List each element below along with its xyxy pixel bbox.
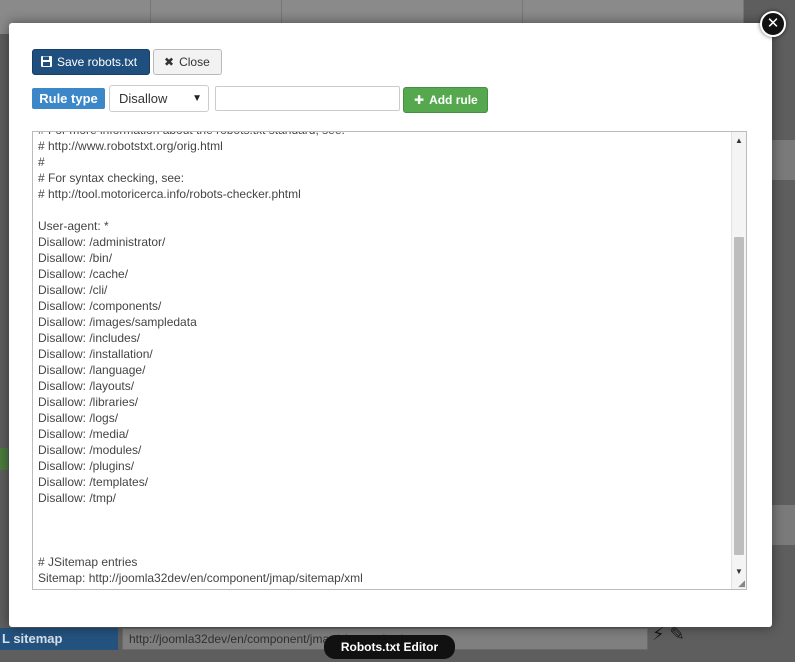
- save-robots-button[interactable]: Save robots.txt: [32, 49, 150, 75]
- close-button[interactable]: ✖ Close: [153, 49, 222, 75]
- editor-line: Disallow: /media/: [38, 427, 129, 441]
- editor-line: Disallow: /logs/: [38, 411, 119, 425]
- editor-line: User-agent: *: [38, 219, 109, 233]
- editor-line: Disallow: /images/sampledata: [38, 315, 197, 329]
- background-side-panel: [772, 140, 795, 180]
- editor-line: # http://www.robotstxt.org/orig.html: [38, 139, 223, 153]
- add-rule-button[interactable]: ✚ Add rule: [403, 87, 488, 113]
- editor-line: Disallow: /cli/: [38, 283, 108, 297]
- editor-line: Sitemap: http://joomla32dev/en/component…: [38, 571, 363, 585]
- scrollbar-thumb[interactable]: [734, 237, 744, 555]
- rule-path-input[interactable]: [215, 86, 400, 111]
- plus-icon: ✚: [414, 93, 425, 107]
- scroll-up-arrow-icon[interactable]: ▲: [732, 134, 746, 148]
- close-label: Close: [179, 55, 210, 69]
- rule-type-selected: Disallow: [119, 91, 168, 106]
- background-action-icons: ⚡ ✎: [652, 624, 685, 645]
- editor-line: Disallow: /modules/: [38, 443, 142, 457]
- floppy-disk-icon: [41, 50, 52, 74]
- robots-text: # For more information about the robots.…: [38, 132, 726, 589]
- editor-line: Disallow: /libraries/: [38, 395, 139, 409]
- editor-line: Disallow: /language/: [38, 363, 146, 377]
- pencil-icon: ✎: [669, 624, 685, 644]
- editor-line: # JSitemap entries: [38, 555, 138, 569]
- editor-line: Disallow: /installation/: [38, 347, 153, 361]
- rule-type-select[interactable]: Disallow ▼: [109, 85, 209, 112]
- editor-line: # For more information about the robots.…: [38, 132, 726, 138]
- editor-line: Disallow: /layouts/: [38, 379, 135, 393]
- vertical-scrollbar[interactable]: ▲ ▼: [731, 132, 746, 589]
- editor-line: Disallow: /cache/: [38, 267, 129, 281]
- caret-down-icon: ▼: [192, 93, 202, 104]
- resize-handle-icon[interactable]: ◢: [735, 578, 745, 588]
- editor-line: #: [38, 155, 45, 169]
- editor-line: # http://tool.motoricerca.info/robots-ch…: [38, 187, 301, 201]
- editor-line: Disallow: /includes/: [38, 331, 141, 345]
- editor-line: Disallow: /tmp/: [38, 491, 117, 505]
- background-green-tab: [0, 448, 8, 470]
- save-robots-label: Save robots.txt: [57, 55, 138, 69]
- editor-line: Disallow: /plugins/: [38, 459, 135, 473]
- editor-line: Disallow: /bin/: [38, 251, 113, 265]
- rule-type-label: Rule type: [32, 88, 105, 109]
- background-sitemap-label: L sitemap: [0, 628, 118, 650]
- close-icon: ✖: [164, 55, 175, 69]
- editor-line: Sitemap: http://joomla32dev/en/component…: [38, 586, 726, 589]
- robots-editor-modal: Save robots.txt ✖ Close Rule type Disallo…: [9, 23, 772, 627]
- modal-close-icon[interactable]: ✕: [760, 11, 786, 37]
- editor-line: Disallow: /templates/: [38, 475, 149, 489]
- add-rule-label: Add rule: [429, 93, 478, 107]
- editor-line: # For syntax checking, see:: [38, 171, 185, 185]
- lightning-icon: ⚡: [652, 624, 665, 644]
- background-side-panel: [772, 505, 795, 545]
- modal-title-badge: Robots.txt Editor: [324, 635, 455, 659]
- editor-line: Disallow: /components/: [38, 299, 162, 313]
- robots-textarea[interactable]: # For more information about the robots.…: [32, 131, 747, 590]
- scroll-down-arrow-icon[interactable]: ▼: [732, 565, 746, 579]
- editor-line: Disallow: /administrator/: [38, 235, 166, 249]
